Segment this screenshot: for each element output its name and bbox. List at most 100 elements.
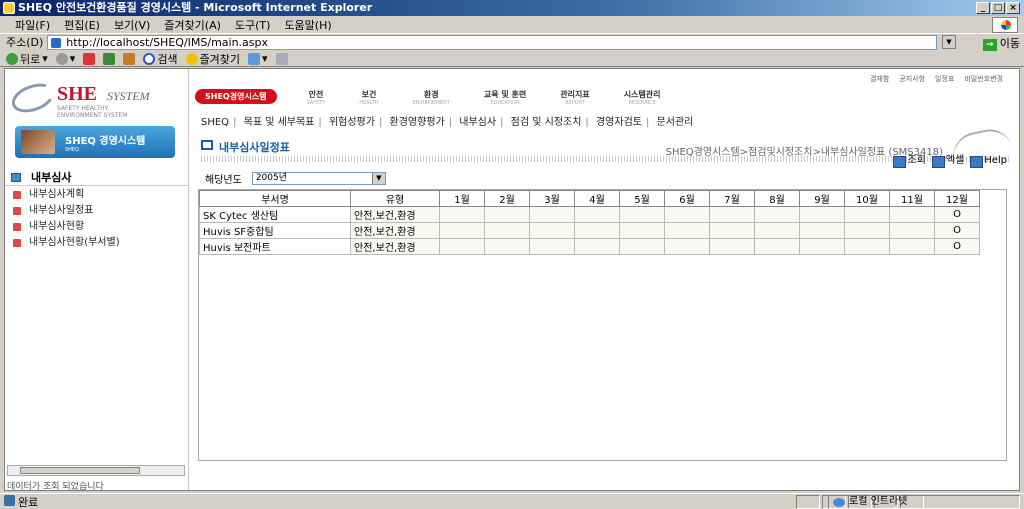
col-header-m7: 7월 (709, 190, 755, 207)
sidebar-item-audit-schedule[interactable]: 내부심사일정표 (5, 203, 188, 219)
menu-sheq-active[interactable]: SHEQ경영시스템 (195, 89, 277, 104)
sheq-banner[interactable]: SHEQ 경영시스템 SHEQ (15, 126, 175, 158)
stop-icon (83, 52, 96, 65)
sidebar-menu: 내부심사계획 내부심사일정표 내부심사현황 내부심사현황(부서별) (5, 187, 188, 251)
search-button[interactable]: 검색 (143, 51, 178, 67)
submenu-sheq[interactable]: SHEQ (201, 117, 229, 128)
col-header-m8: 8월 (754, 190, 800, 207)
search-query-button[interactable]: 조회 (893, 155, 926, 168)
menu-report-sub: REPORT (565, 100, 585, 106)
minimize-button[interactable]: _ (976, 2, 990, 14)
util-link-calendar[interactable]: 일정표 (935, 74, 954, 84)
submenu-management-review[interactable]: 경영자검토 (596, 117, 642, 128)
history-button[interactable]: ▾ (248, 52, 268, 65)
menu-view[interactable]: 보기(V) (107, 17, 157, 33)
sidebar-item-audit-plan[interactable]: 내부심사계획 (5, 187, 188, 203)
util-link-notice[interactable]: 공지사항 (899, 74, 925, 84)
top-navigation: 결재함 공지사항 일정표 비밀번호변경 SHEQ경영시스템 안전 SAFETY 보… (189, 69, 1019, 129)
menu-edit[interactable]: 편집(E) (57, 17, 107, 33)
logo-subtitle: SAFETY HEALTHY ENVIRONMENT SYSTEM (57, 105, 127, 119)
logo-swoosh-icon (7, 78, 59, 118)
banner-title: SHEQ 경영시스템 (65, 136, 146, 147)
menu-tools[interactable]: 도구(T) (228, 17, 278, 33)
go-button[interactable]: → 이동 (982, 35, 1020, 51)
web-page: SHE SYSTEM SAFETY HEALTHY ENVIRONMENT SY… (4, 68, 1020, 491)
favorites-label: 즐겨찾기 (199, 52, 241, 66)
cell-dept: Huvis 보전파트 (199, 238, 351, 255)
ie-app-icon (3, 2, 15, 14)
action-buttons: 조회 엑셀 Help (893, 155, 1007, 168)
sidebar-item-audit-status[interactable]: 내부심사현황 (5, 219, 188, 235)
forward-button[interactable]: ▾ (55, 52, 75, 65)
sidebar-horizontal-scrollbar[interactable] (7, 465, 185, 476)
col-header-m6: 6월 (664, 190, 710, 207)
util-link-approval[interactable]: 결재함 (870, 74, 889, 84)
maximize-button[interactable]: □ (991, 2, 1005, 14)
logo-sub-line2: ENVIRONMENT SYSTEM (57, 112, 128, 119)
address-input[interactable]: http://localhost/SHEQ/IMS/main.aspx (47, 34, 938, 50)
menu-safety[interactable]: 안전 SAFETY (307, 89, 326, 106)
menu-system-admin[interactable]: 시스템관리 RESOURCE (624, 89, 661, 106)
menu-health[interactable]: 보건 HEALTH (359, 89, 378, 106)
help-button[interactable]: Help (970, 155, 1007, 168)
submenu-inspection[interactable]: 점검 및 시정조치 (511, 117, 582, 128)
browser-status-bar: 완료 로컬 인트라넷 (0, 493, 1024, 509)
schedule-table-container: 부서명 유형 1월 2월 3월 4월 5월 6월 7월 8월 9월 10월 11… (198, 189, 1007, 461)
browser-toolbar: 뒤로 ▾ ▾ 검색 즐겨찾기 ▾ (0, 51, 1024, 67)
go-label: 이동 (999, 37, 1020, 50)
address-dropdown-icon[interactable]: ▼ (942, 35, 956, 49)
banner-sub: SHEQ (65, 147, 80, 153)
home-button[interactable] (123, 52, 136, 65)
history-icon (248, 52, 261, 65)
close-button[interactable]: × (1006, 2, 1020, 14)
menu-bar: 파일(F) 편집(E) 보기(V) 즐겨찾기(A) 도구(T) 도움말(H) (0, 16, 1024, 34)
col-header-m1: 1월 (439, 190, 485, 207)
excel-export-button[interactable]: 엑셀 (931, 155, 964, 168)
year-label: 해당년도 (205, 175, 242, 186)
menu-favorites[interactable]: 즐겨찾기(A) (157, 17, 228, 33)
ie-logo-icon (992, 17, 1018, 33)
col-header-dept: 부서명 (199, 190, 351, 207)
back-button[interactable]: 뒤로 ▾ (6, 51, 48, 67)
sidebar-item-audit-status-by-dept[interactable]: 내부심사현황(부서별) (5, 235, 188, 251)
year-filter: 해당년도 2005년 (205, 171, 386, 186)
table-row[interactable]: Huvis 보전파트 안전,보건,환경 O (199, 238, 980, 255)
submenu-risk-assessment[interactable]: 위험성평가 (329, 117, 375, 128)
submenu-env-impact[interactable]: 환경영향평가 (390, 117, 445, 128)
favorites-button[interactable]: 즐겨찾기 (185, 51, 241, 67)
util-link-password[interactable]: 비밀번호변경 (964, 74, 1003, 84)
menu-environment[interactable]: 환경 ENVIRONMENT (413, 89, 450, 106)
col-header-m4: 4월 (574, 190, 620, 207)
home-icon (123, 52, 136, 65)
mail-button[interactable] (275, 52, 288, 65)
refresh-button[interactable] (103, 52, 116, 65)
table-row[interactable]: SK Cytec 생산팀 안전,보건,환경 O (199, 206, 980, 223)
table-row[interactable]: Huvis SF중합팀 안전,보건,환경 O (199, 222, 980, 239)
search-icon (143, 52, 156, 65)
scrollbar-thumb[interactable] (20, 467, 140, 474)
favorites-star-icon (185, 52, 198, 65)
forward-arrow-icon (55, 52, 68, 65)
cell-type: 안전,보건,환경 (350, 206, 440, 223)
address-label: 주소(D) (6, 36, 44, 49)
menu-help[interactable]: 도움말(H) (277, 17, 338, 33)
page-title-text: 내부심사일정표 (219, 141, 290, 154)
submenu-documents[interactable]: 문서관리 (657, 117, 694, 128)
menu-system-admin-sub: RESOURCE (628, 100, 656, 106)
col-header-m2: 2월 (484, 190, 530, 207)
menu-health-label: 보건 (361, 90, 377, 99)
page-title: 내부심사일정표 (201, 139, 290, 155)
section-folder-icon (11, 173, 21, 182)
menu-file[interactable]: 파일(F) (8, 17, 57, 33)
stop-button[interactable] (83, 52, 96, 65)
submenu-internal-audit[interactable]: 내부심사 (459, 117, 496, 128)
cell-type: 안전,보건,환경 (350, 238, 440, 255)
menu-education[interactable]: 교육 및 훈련 EDUCATION (484, 89, 526, 106)
year-select[interactable]: 2005년 (251, 172, 386, 185)
sidebar-section-title: 내부심사 (5, 170, 188, 186)
sub-menu: SHEQ | 목표 및 세부목표 | 위험성평가 | 환경영향평가 | 내부심사 | 점검… (201, 117, 694, 128)
menu-report[interactable]: 관리지표 REPORT (560, 89, 589, 106)
submenu-objectives[interactable]: 목표 및 세부목표 (244, 117, 315, 128)
she-system-logo[interactable]: SHE SYSTEM SAFETY HEALTHY ENVIRONMENT SY… (7, 78, 181, 121)
menu-report-label: 관리지표 (560, 90, 590, 99)
